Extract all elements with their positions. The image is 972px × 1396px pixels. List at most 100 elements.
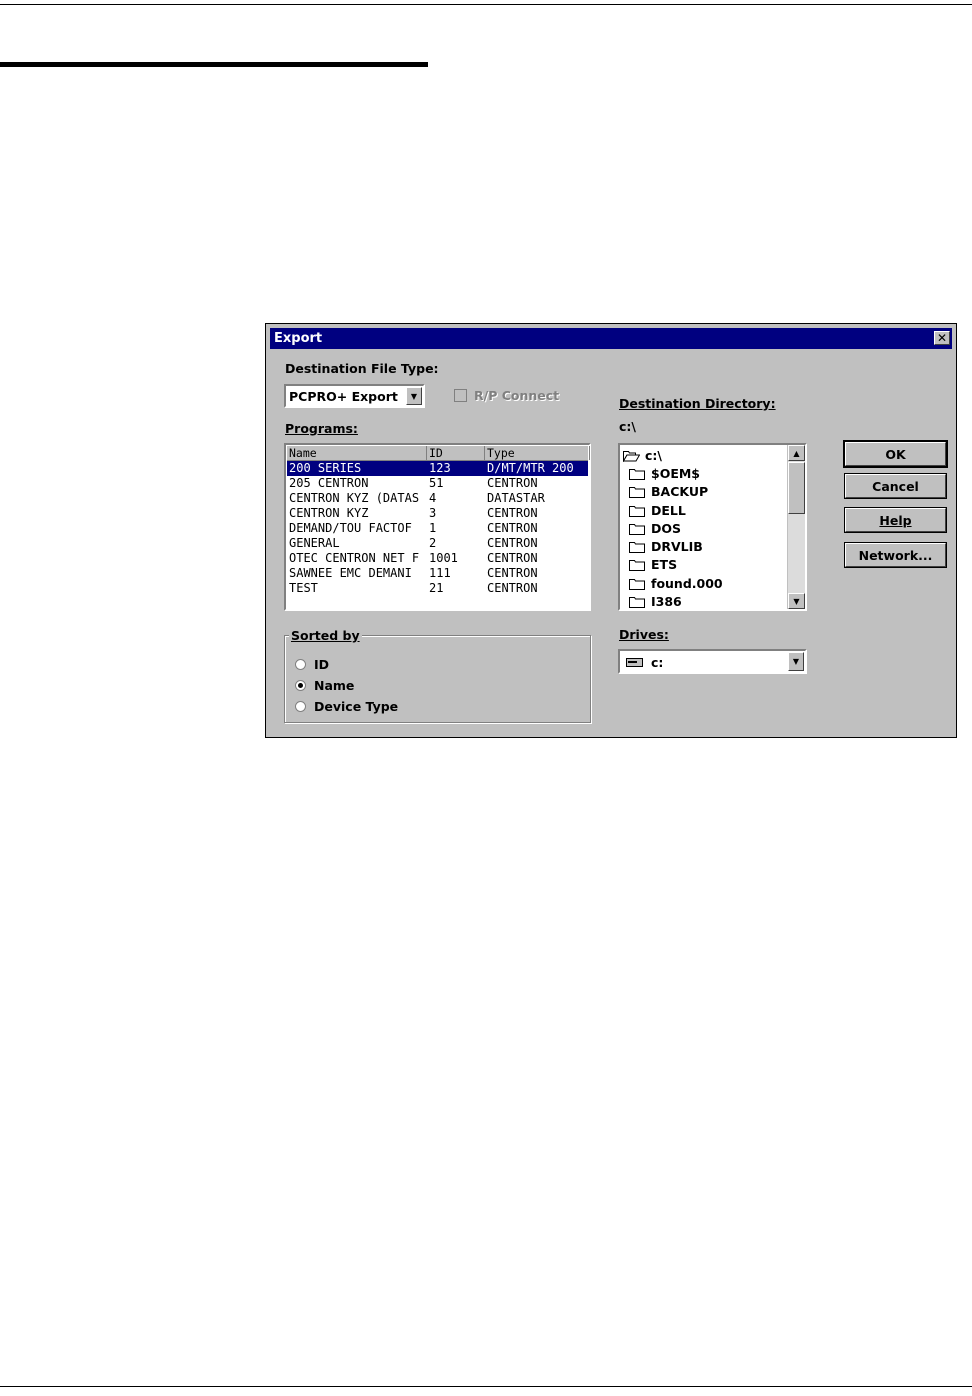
row-name: 205 CENTRON [289,476,369,490]
programs-list[interactable]: Name ID Type 200 SERIES 123 D/MT/MTR 200… [284,443,591,611]
row-type: DATASTAR [487,491,545,505]
row-type: CENTRON [487,551,538,565]
sort-option-label: Name [314,677,355,693]
directory-rows: c:\ $OEM$ BACKUP DELL DOS DRVLIB ETS fou… [623,446,787,611]
table-row[interactable]: CENTRON KYZ 3 CENTRON [287,506,588,521]
cancel-button[interactable]: Cancel [844,473,947,499]
folder-icon [629,523,645,535]
dialog-title: Export [274,331,323,346]
row-name: CENTRON KYZ [289,506,369,520]
dest-dir-label: Destination Directory: [619,396,776,411]
directory-item[interactable]: ETS [623,556,787,574]
directory-item[interactable]: I386 [623,592,787,610]
dialog-titlebar[interactable]: Export ✕ [270,328,952,349]
rp-connect-checkbox[interactable] [454,389,467,402]
table-row[interactable]: GENERAL 2 CENTRON [287,536,588,551]
column-header-name[interactable]: Name [287,446,427,460]
table-row[interactable]: TEST 21 CENTRON [287,581,588,596]
folder-icon [629,505,645,517]
drives-combo[interactable]: c: ▼ [618,649,807,674]
hard-drive-icon [626,655,643,670]
programs-rows: 200 SERIES 123 D/MT/MTR 200 205 CENTRON … [287,461,588,596]
radio-name[interactable] [295,679,306,691]
row-type: D/MT/MTR 200 [487,461,574,475]
directory-name: I386 [651,594,682,610]
folder-icon [629,541,645,554]
directory-item[interactable]: DOS [623,519,787,537]
row-type: CENTRON [487,521,538,535]
row-id: 51 [429,476,444,490]
folder-icon [629,559,645,572]
sorted-by-group: Sorted by ID Name Device Type [284,628,591,723]
row-id: 111 [429,566,451,580]
column-header-id[interactable]: ID [427,446,485,460]
row-id: 1001 [429,551,458,565]
row-type: CENTRON [487,476,538,490]
sort-option-label: ID [314,656,330,672]
rp-connect-label: R/P Connect [474,388,560,403]
directory-name: ETS [651,557,678,573]
radio-id[interactable] [295,658,306,670]
radio-selected-dot [298,682,303,688]
table-row[interactable]: CENTRON KYZ (DATAS 4 DATASTAR [287,491,588,506]
directory-item[interactable]: DELL [623,501,787,519]
table-row[interactable]: DEMAND/TOU FACTOF 1 CENTRON [287,521,588,536]
page-heading-bar [0,62,428,67]
table-row[interactable]: OTEC CENTRON NET F 1001 CENTRON [287,551,588,566]
page-top-rule [0,4,972,5]
directory-item[interactable]: DRVLIB [623,537,787,555]
sort-option-device-type[interactable]: Device Type [295,698,398,714]
directory-name: DELL [651,502,686,518]
row-name: CENTRON KYZ (DATAS [289,491,420,505]
directory-item[interactable]: c:\ [623,446,787,464]
page-bottom-rule [0,1386,972,1387]
folder-icon [629,596,645,609]
table-row[interactable]: SAWNEE EMC DEMANI 111 CENTRON [287,566,588,581]
directory-name: c:\ [645,447,662,463]
sorted-by-label: Sorted by [289,628,362,643]
drives-dropdown-button[interactable]: ▼ [788,652,804,671]
directory-name: found.000 [651,575,723,591]
sort-option-id[interactable]: ID [295,656,329,672]
directory-name: DRVLIB [651,539,703,555]
scroll-thumb[interactable] [788,462,805,514]
drive-value: c: [651,655,664,670]
current-dir: c:\ [619,419,636,434]
row-name: DEMAND/TOU FACTOF [289,521,412,535]
arrow-down-icon: ▼ [793,596,800,606]
row-id: 2 [429,536,437,550]
file-type-combo[interactable]: PCPRO+ Export ▼ [284,384,425,408]
drives-label: Drives: [619,627,669,642]
directory-scrollbar[interactable]: ▲ ▼ [787,445,805,609]
close-button[interactable]: ✕ [934,331,950,345]
scroll-down-button[interactable]: ▼ [788,593,805,609]
directory-item[interactable]: found.000 [623,574,787,592]
open-folder-icon [623,450,640,462]
directory-item[interactable]: BACKUP [623,483,787,501]
folder-icon [629,468,645,480]
radio-device-type[interactable] [295,700,306,712]
row-name: TEST [289,581,318,595]
row-name: 200 SERIES [289,461,362,475]
network-button[interactable]: Network... [844,542,947,568]
table-row[interactable]: 200 SERIES 123 D/MT/MTR 200 [287,461,588,476]
file-type-value: PCPRO+ Export [289,389,398,404]
arrow-up-icon: ▲ [793,448,800,458]
table-row[interactable]: 205 CENTRON 51 CENTRON [287,476,588,491]
directory-item[interactable]: $OEM$ [623,464,787,482]
programs-label: Programs: [285,421,358,436]
directory-list[interactable]: c:\ $OEM$ BACKUP DELL DOS DRVLIB ETS fou… [618,443,807,611]
scroll-up-button[interactable]: ▲ [788,445,805,461]
column-header-type[interactable]: Type [485,446,590,460]
chevron-down-icon: ▼ [792,657,800,666]
ok-button[interactable]: OK [843,440,948,468]
row-type: CENTRON [487,536,538,550]
dest-file-type-label: Destination File Type: [285,361,439,376]
export-dialog: Export ✕ Destination File Type: PCPRO+ E… [265,323,957,738]
row-type: CENTRON [487,566,538,580]
row-id: 123 [429,461,451,475]
help-button[interactable]: Help [844,507,947,533]
sort-option-label: Device Type [314,698,399,714]
file-type-dropdown-button[interactable]: ▼ [406,387,422,405]
sort-option-name[interactable]: Name [295,677,354,693]
